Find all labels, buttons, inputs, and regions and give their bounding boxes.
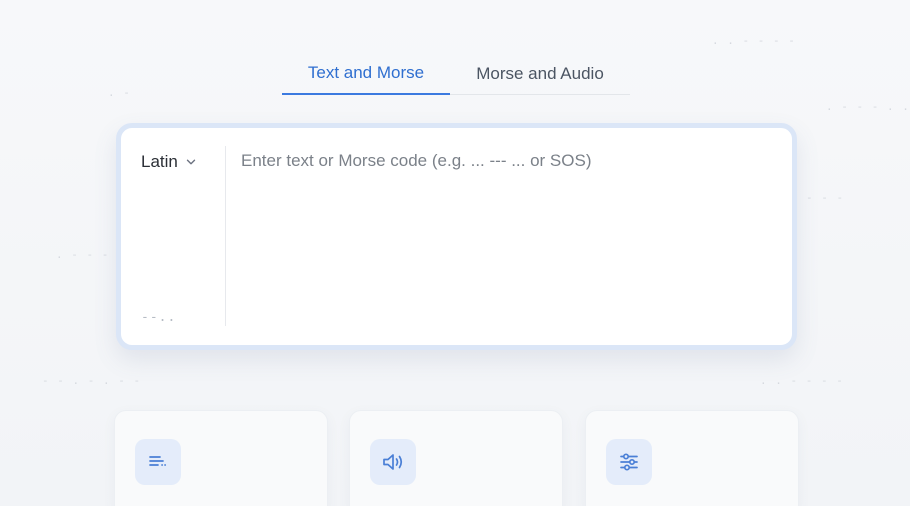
background-morse-decoration: - - -: [806, 191, 845, 204]
text-morse-input[interactable]: [241, 144, 781, 324]
background-morse-decoration: . - - - . .: [826, 100, 910, 113]
panel-divider: [225, 146, 226, 326]
mode-tabs: Text and Morse Morse and Audio: [282, 52, 630, 95]
feature-card-audio: [349, 410, 563, 506]
converter-panel: Latin --..: [116, 123, 797, 350]
background-morse-decoration: . -: [108, 86, 131, 99]
language-label: Latin: [141, 152, 178, 171]
chevron-down-icon: [186, 159, 196, 165]
language-select[interactable]: Latin: [141, 152, 196, 172]
background-morse-decoration: . . - - - -: [760, 374, 844, 387]
tab-morse-and-audio[interactable]: Morse and Audio: [450, 52, 630, 95]
speaker-icon: [383, 454, 403, 470]
background-morse-decoration: - - . - . - -: [42, 374, 142, 387]
feature-card-audio-icon-button[interactable]: [370, 439, 416, 485]
text-lines-icon: [149, 456, 167, 466]
feature-card-text: [114, 410, 328, 506]
feature-card-settings: [585, 410, 799, 506]
tab-text-and-morse[interactable]: Text and Morse: [282, 52, 450, 95]
morse-indicator: --..: [141, 310, 177, 325]
background-morse-decoration: . - - -: [56, 248, 110, 261]
feature-card-text-icon-button[interactable]: [135, 439, 181, 485]
sliders-icon: [620, 453, 638, 471]
background-morse-decoration: . . - - - -: [712, 34, 796, 47]
feature-card-settings-icon-button[interactable]: [606, 439, 652, 485]
